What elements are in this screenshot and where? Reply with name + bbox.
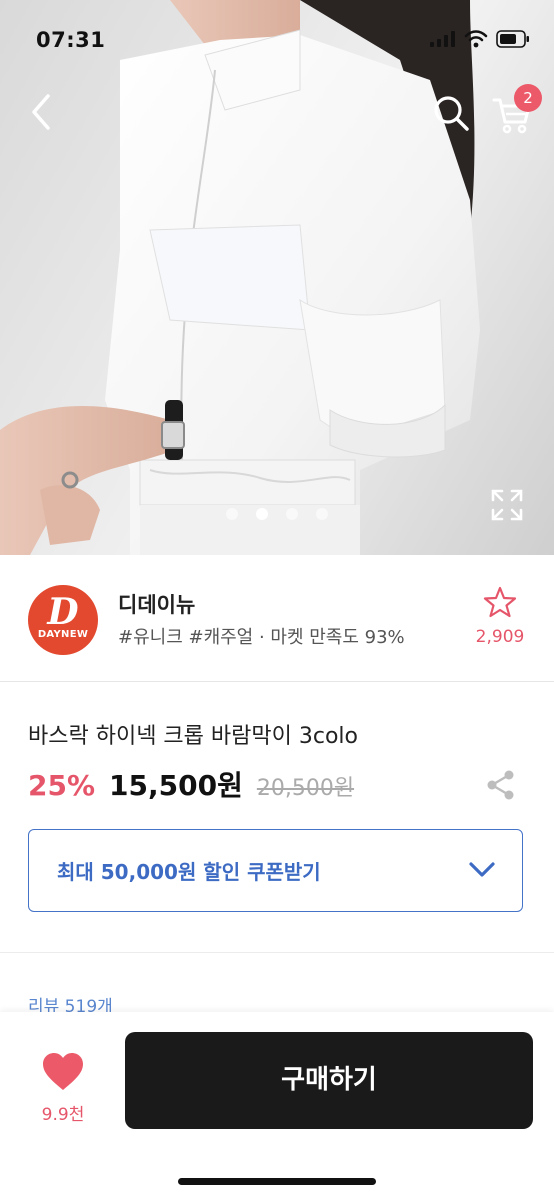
home-indicator xyxy=(178,1178,376,1185)
favorite-seller-button[interactable]: 2,909 xyxy=(470,585,530,655)
section-divider xyxy=(0,952,554,953)
back-button[interactable] xyxy=(22,88,62,136)
share-icon xyxy=(487,770,514,800)
search-button[interactable] xyxy=(430,92,472,134)
star-outline-icon xyxy=(483,586,517,618)
gallery-dot-active[interactable] xyxy=(256,508,268,520)
status-bar: 07:31 xyxy=(0,0,554,80)
seller-logo[interactable]: D DAYNEW xyxy=(28,585,98,655)
status-time: 07:31 xyxy=(36,28,106,52)
gallery-pagination xyxy=(226,508,328,520)
status-icons xyxy=(430,30,530,48)
product-photo xyxy=(0,0,480,555)
sale-price: 15,500원 xyxy=(109,769,243,802)
search-icon xyxy=(434,96,469,131)
favorite-count: 2,909 xyxy=(475,627,525,647)
share-button[interactable] xyxy=(484,768,518,802)
price-row: 25% 15,500원 20,500원 xyxy=(28,764,354,804)
gallery-dot[interactable] xyxy=(286,508,298,520)
seller-logo-text: DAYNEW xyxy=(37,629,89,640)
seller-section: D DAYNEW 디데이뉴 #유니크 #캐주얼 · 마켓 만족도 93% 2,9… xyxy=(0,555,554,682)
seller-name[interactable]: 디데이뉴 xyxy=(118,589,195,619)
seller-logo-letter: D xyxy=(47,591,79,633)
gallery-dot[interactable] xyxy=(316,508,328,520)
original-price: 20,500원 xyxy=(256,776,355,801)
product-image-gallery[interactable]: 07:31 2 xyxy=(0,0,554,555)
expand-image-button[interactable] xyxy=(490,488,524,522)
product-title: 바스락 하이넥 크롭 바람막이 3colo xyxy=(28,724,358,749)
chevron-down-icon xyxy=(469,862,495,877)
buy-button[interactable]: 구매하기 xyxy=(125,1032,533,1129)
battery-icon xyxy=(496,30,529,48)
like-count: 9.9천 xyxy=(41,1105,85,1125)
gallery-dot[interactable] xyxy=(226,508,238,520)
heart-icon xyxy=(43,1053,83,1090)
coupon-label: 최대 50,000원 할인 쿠폰받기 xyxy=(57,860,321,884)
cart-count-badge: 2 xyxy=(514,84,542,112)
expand-icon xyxy=(491,489,523,521)
wifi-icon xyxy=(464,30,488,48)
like-button[interactable]: 9.9천 xyxy=(28,1052,98,1125)
coupon-download-button[interactable]: 최대 50,000원 할인 쿠폰받기 xyxy=(28,829,523,912)
back-arrow-icon xyxy=(32,94,50,130)
discount-rate: 25% xyxy=(28,769,96,802)
seller-tags: #유니크 #캐주얼 · 마켓 만족도 93% xyxy=(118,627,405,648)
bottom-action-bar: 9.9천 구매하기 xyxy=(0,1012,554,1200)
signal-icon xyxy=(430,31,455,47)
